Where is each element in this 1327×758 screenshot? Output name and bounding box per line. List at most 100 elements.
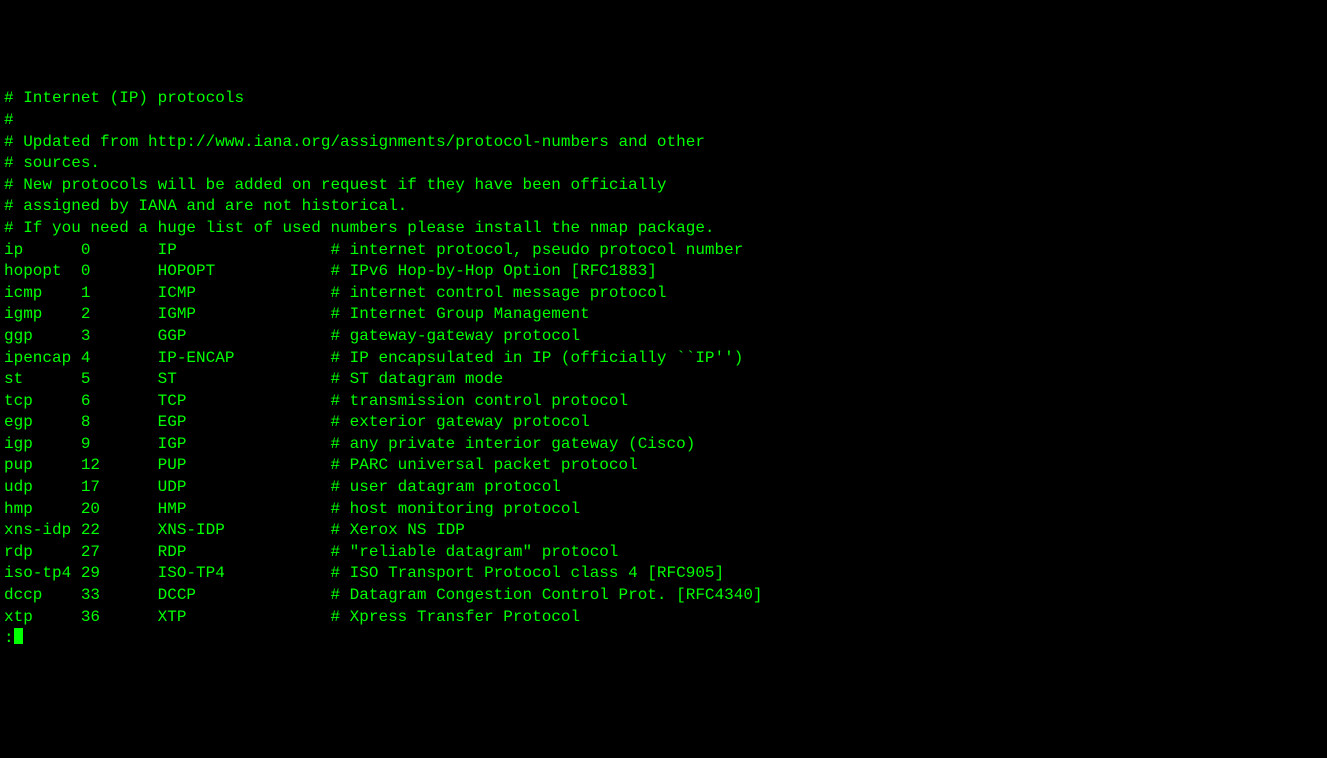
protocol-row: igmp2IGMP# Internet Group Management xyxy=(4,304,1323,326)
protocol-comment: # user datagram protocol xyxy=(330,478,560,496)
protocol-alias: EGP xyxy=(158,412,331,434)
protocol-name: st xyxy=(4,369,81,391)
protocol-name: igmp xyxy=(4,304,81,326)
protocol-number: 1 xyxy=(81,283,158,305)
protocol-alias: DCCP xyxy=(158,585,331,607)
protocol-row: st5ST# ST datagram mode xyxy=(4,369,1323,391)
protocol-alias: IP xyxy=(158,240,331,262)
protocol-alias: UDP xyxy=(158,477,331,499)
file-comment-line: # New protocols will be added on request… xyxy=(4,175,1323,197)
pager-prompt[interactable]: : xyxy=(4,628,1323,650)
protocol-name: dccp xyxy=(4,585,81,607)
protocol-number: 5 xyxy=(81,369,158,391)
protocol-comment: # ST datagram mode xyxy=(330,370,503,388)
protocol-alias: ISO-TP4 xyxy=(158,563,331,585)
protocol-alias: PUP xyxy=(158,455,331,477)
protocol-name: hopopt xyxy=(4,261,81,283)
protocol-name: udp xyxy=(4,477,81,499)
protocol-name: rdp xyxy=(4,542,81,564)
protocol-row: udp17UDP# user datagram protocol xyxy=(4,477,1323,499)
cursor-icon xyxy=(14,628,24,644)
protocol-row: rdp27RDP# "reliable datagram" protocol xyxy=(4,542,1323,564)
protocol-number: 36 xyxy=(81,607,158,629)
protocol-comment: # IP encapsulated in IP (officially ``IP… xyxy=(330,349,743,367)
protocol-alias: IGMP xyxy=(158,304,331,326)
protocol-name: igp xyxy=(4,434,81,456)
protocol-row: hmp20HMP# host monitoring protocol xyxy=(4,499,1323,521)
protocol-alias: ST xyxy=(158,369,331,391)
protocol-number: 12 xyxy=(81,455,158,477)
protocol-name: iso-tp4 xyxy=(4,563,81,585)
file-comment-line: # assigned by IANA and are not historica… xyxy=(4,196,1323,218)
protocol-number: 22 xyxy=(81,520,158,542)
protocol-number: 3 xyxy=(81,326,158,348)
protocol-number: 0 xyxy=(81,261,158,283)
file-comment-line: # If you need a huge list of used number… xyxy=(4,218,1323,240)
protocol-row: hopopt0HOPOPT# IPv6 Hop-by-Hop Option [R… xyxy=(4,261,1323,283)
protocol-alias: IP-ENCAP xyxy=(158,348,331,370)
protocol-name: tcp xyxy=(4,391,81,413)
protocol-row: dccp33DCCP# Datagram Congestion Control … xyxy=(4,585,1323,607)
protocol-alias: TCP xyxy=(158,391,331,413)
prompt-prefix: : xyxy=(4,629,14,647)
protocol-comment: # "reliable datagram" protocol xyxy=(330,543,618,561)
protocol-number: 9 xyxy=(81,434,158,456)
protocol-row: egp8EGP# exterior gateway protocol xyxy=(4,412,1323,434)
protocol-comment: # any private interior gateway (Cisco) xyxy=(330,435,695,453)
protocol-number: 8 xyxy=(81,412,158,434)
protocol-alias: HOPOPT xyxy=(158,261,331,283)
protocol-name: ipencap xyxy=(4,348,81,370)
protocol-row: igp9IGP# any private interior gateway (C… xyxy=(4,434,1323,456)
protocol-row: iso-tp429ISO-TP4# ISO Transport Protocol… xyxy=(4,563,1323,585)
file-comment-line: # sources. xyxy=(4,153,1323,175)
protocol-row: ipencap4IP-ENCAP# IP encapsulated in IP … xyxy=(4,348,1323,370)
protocol-row: pup12PUP# PARC universal packet protocol xyxy=(4,455,1323,477)
protocol-comment: # Internet Group Management xyxy=(330,305,589,323)
protocol-row: xtp36XTP# Xpress Transfer Protocol xyxy=(4,607,1323,629)
protocol-alias: GGP xyxy=(158,326,331,348)
protocol-name: xns-idp xyxy=(4,520,81,542)
protocol-comment: # ISO Transport Protocol class 4 [RFC905… xyxy=(330,564,724,582)
protocol-number: 6 xyxy=(81,391,158,413)
protocol-number: 29 xyxy=(81,563,158,585)
file-comment-line: # Updated from http://www.iana.org/assig… xyxy=(4,132,1323,154)
protocol-comment: # gateway-gateway protocol xyxy=(330,327,580,345)
protocol-alias: RDP xyxy=(158,542,331,564)
protocol-row: icmp1ICMP# internet control message prot… xyxy=(4,283,1323,305)
terminal-output[interactable]: # Internet (IP) protocols## Updated from… xyxy=(4,88,1323,649)
protocol-number: 0 xyxy=(81,240,158,262)
protocol-comment: # Xerox NS IDP xyxy=(330,521,464,539)
protocol-number: 4 xyxy=(81,348,158,370)
protocol-alias: ICMP xyxy=(158,283,331,305)
file-comment-line: # xyxy=(4,110,1323,132)
protocol-comment: # PARC universal packet protocol xyxy=(330,456,637,474)
protocol-comment: # internet control message protocol xyxy=(330,284,666,302)
protocol-comment: # host monitoring protocol xyxy=(330,500,580,518)
protocol-alias: XTP xyxy=(158,607,331,629)
protocol-number: 27 xyxy=(81,542,158,564)
protocol-comment: # Xpress Transfer Protocol xyxy=(330,608,580,626)
protocol-name: xtp xyxy=(4,607,81,629)
protocol-number: 17 xyxy=(81,477,158,499)
protocol-number: 20 xyxy=(81,499,158,521)
protocol-name: ip xyxy=(4,240,81,262)
protocol-number: 2 xyxy=(81,304,158,326)
file-comment-line: # Internet (IP) protocols xyxy=(4,88,1323,110)
protocol-comment: # transmission control protocol xyxy=(330,392,628,410)
protocol-row: ggp3GGP# gateway-gateway protocol xyxy=(4,326,1323,348)
protocol-name: icmp xyxy=(4,283,81,305)
protocol-name: egp xyxy=(4,412,81,434)
protocol-number: 33 xyxy=(81,585,158,607)
protocol-row: xns-idp22XNS-IDP# Xerox NS IDP xyxy=(4,520,1323,542)
protocol-comment: # IPv6 Hop-by-Hop Option [RFC1883] xyxy=(330,262,656,280)
protocol-row: tcp6TCP# transmission control protocol xyxy=(4,391,1323,413)
protocol-row: ip0IP# internet protocol, pseudo protoco… xyxy=(4,240,1323,262)
protocol-alias: XNS-IDP xyxy=(158,520,331,542)
protocol-name: pup xyxy=(4,455,81,477)
protocol-alias: HMP xyxy=(158,499,331,521)
protocol-comment: # internet protocol, pseudo protocol num… xyxy=(330,241,743,259)
protocol-name: hmp xyxy=(4,499,81,521)
protocol-alias: IGP xyxy=(158,434,331,456)
protocol-comment: # exterior gateway protocol xyxy=(330,413,589,431)
protocol-name: ggp xyxy=(4,326,81,348)
